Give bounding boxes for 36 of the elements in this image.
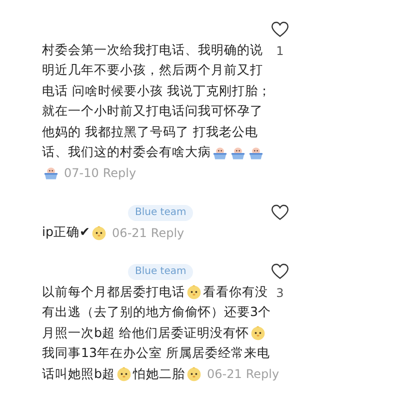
- chick-face-icon: [116, 366, 132, 382]
- reply-link[interactable]: Reply: [150, 224, 184, 242]
- comment-text: 怕她二胎: [133, 364, 185, 383]
- comment-text: 以前每个月都居委打电话: [42, 282, 185, 301]
- comment-date: 06-21: [112, 224, 147, 242]
- comment-date: 06-21: [207, 366, 242, 384]
- team-tag: Blue team: [128, 264, 194, 280]
- comment-text: 电话 问啥时候要小孩 我说丁克刚打胎；: [42, 82, 272, 100]
- chick-face-icon: [186, 284, 202, 300]
- baby-in-tub-icon: [43, 165, 59, 182]
- comment-text: 他妈的 我都拉黑了号码了 打我老公电: [42, 122, 258, 141]
- heart-icon[interactable]: [271, 263, 289, 280]
- comment-text: 话叫她照b超: [42, 364, 115, 383]
- team-tag: Blue team: [128, 204, 194, 220]
- baby-in-tub-icon: [230, 144, 246, 161]
- comment-text: 看看你有没: [203, 282, 268, 301]
- like-count: 3: [276, 285, 284, 302]
- baby-in-tub-icon: [212, 144, 228, 161]
- chick-face-icon: [91, 224, 108, 241]
- chick-face-icon: [186, 366, 202, 382]
- comment-date: 07-10: [64, 165, 99, 182]
- comment-text: 我同事13年在办公室 所属居委经常来电: [42, 344, 270, 362]
- reply-link[interactable]: Reply: [102, 164, 136, 182]
- comment-text: 有出逃（去了别的地方偷偷怀）还要3个: [42, 303, 272, 322]
- comment-text: 话、我们这的村委会有啥大病: [42, 143, 211, 162]
- comment-text: ip正确✔: [42, 223, 90, 242]
- heart-icon[interactable]: [271, 21, 289, 38]
- comment-text: 就在一个小时前又打电话问我可怀孕了: [42, 102, 263, 120]
- chick-face-icon: [250, 325, 266, 342]
- comment-text: 月照一次b超 给他们居委证明没有怀: [42, 324, 249, 342]
- heart-icon[interactable]: [271, 204, 289, 220]
- reply-link[interactable]: Reply: [246, 365, 280, 384]
- baby-in-tub-icon: [248, 144, 264, 161]
- like-count: 1: [276, 43, 284, 60]
- comment-text: 村委会第一次给我打电话、我明确的说: [42, 40, 263, 59]
- comment-text: 明近几年不要小孩，然后两个月前又打: [42, 61, 263, 80]
